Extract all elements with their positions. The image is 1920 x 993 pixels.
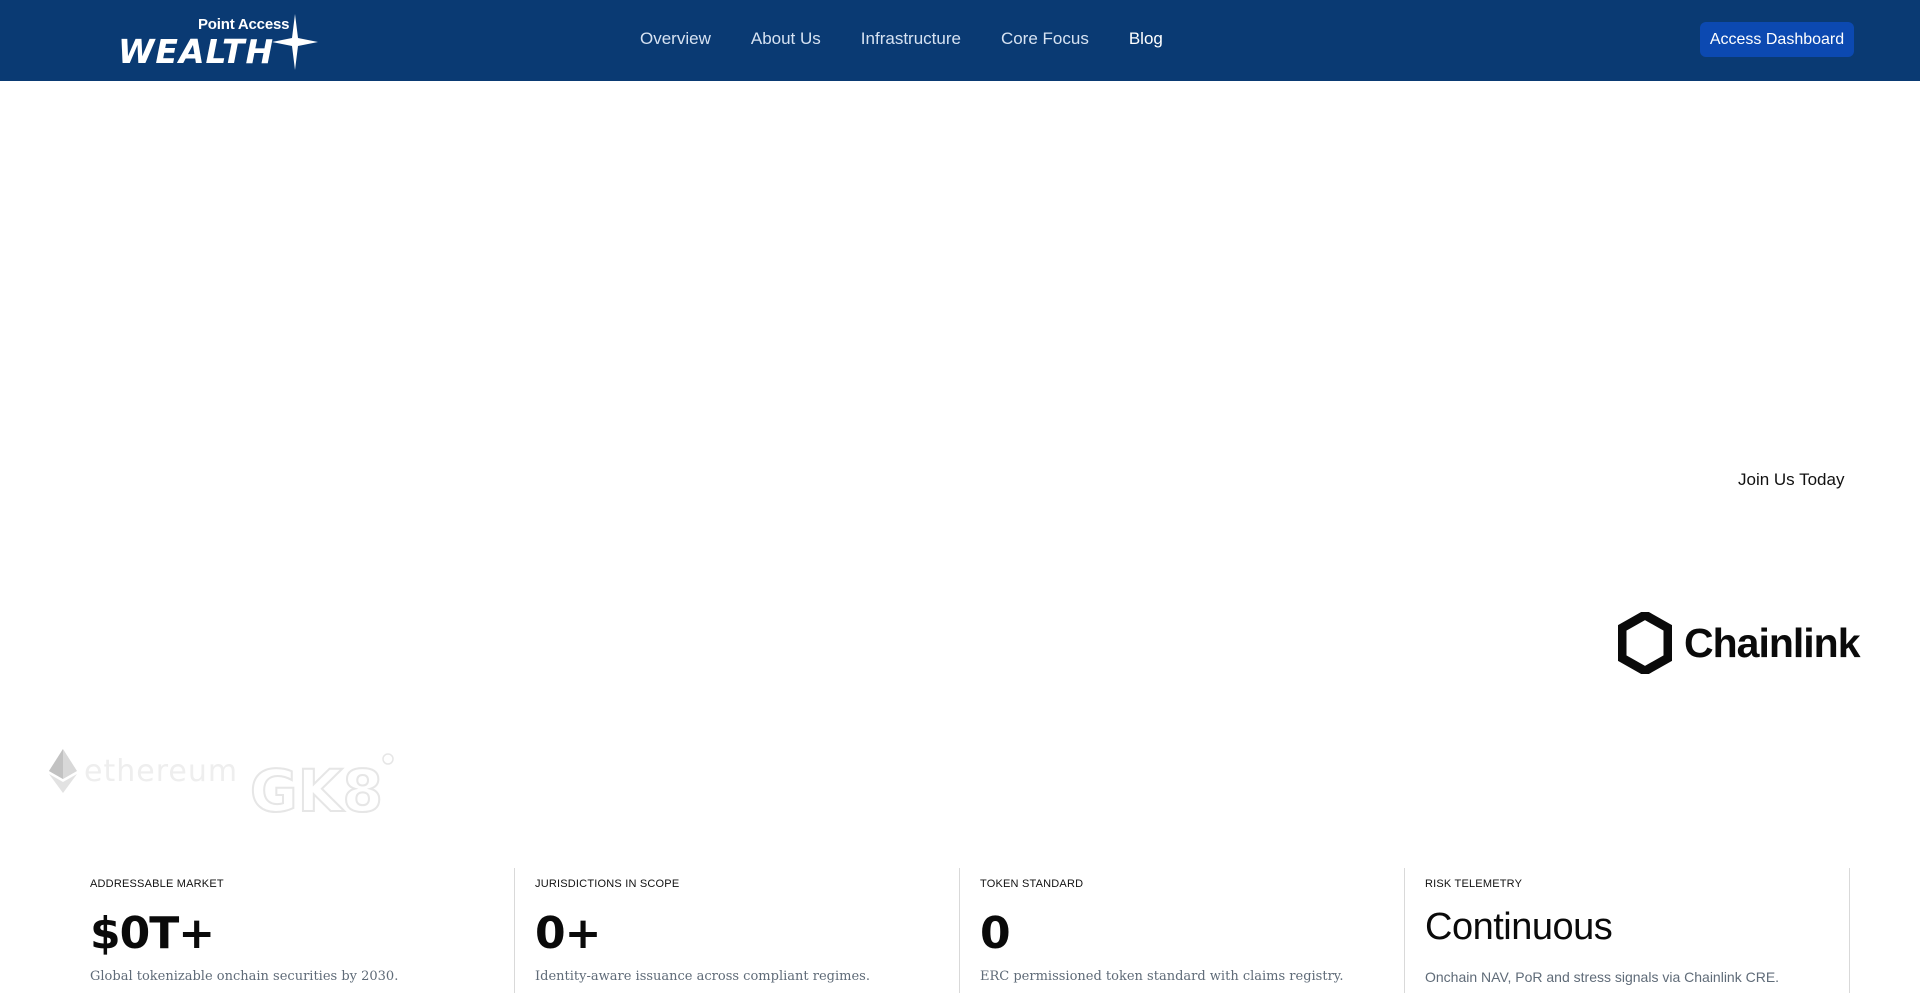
chainlink-logo: Chainlink xyxy=(1618,611,1861,675)
nav-overview[interactable]: Overview xyxy=(640,29,711,49)
logo-main-text: WEALTH xyxy=(118,32,275,71)
stat-description: Onchain NAV, PoR and stress signals via … xyxy=(1425,969,1780,985)
nav-infrastructure[interactable]: Infrastructure xyxy=(861,29,961,49)
stat-description: Global tokenizable onchain securities by… xyxy=(90,969,399,984)
stat-label: JURISDICTIONS IN SCOPE xyxy=(535,878,680,890)
stat-jurisdictions: JURISDICTIONS IN SCOPE 0+ Identity-aware… xyxy=(535,868,960,993)
ethereum-logo: ethereum xyxy=(48,748,238,794)
ethereum-wordmark: ethereum xyxy=(84,753,239,789)
stat-divider xyxy=(1404,868,1405,993)
stat-risk-telemetry: RISK TELEMETRY Continuous Onchain NAV, P… xyxy=(1425,868,1850,993)
gk8-wordmark: GK8 xyxy=(250,757,383,819)
chainlink-hexagon-icon xyxy=(1618,612,1672,674)
join-us-link[interactable]: Join Us Today xyxy=(1738,470,1844,490)
nav-blog[interactable]: Blog xyxy=(1129,29,1163,49)
main-nav: Overview About Us Infrastructure Core Fo… xyxy=(640,29,1163,49)
stat-divider xyxy=(1849,868,1850,993)
stat-value: $0T+ xyxy=(90,908,215,959)
ethereum-diamond-icon xyxy=(49,749,77,793)
chainlink-wordmark: Chainlink xyxy=(1684,619,1861,666)
access-dashboard-button[interactable]: Access Dashboard xyxy=(1700,22,1854,57)
stat-value: 0 xyxy=(980,908,1011,959)
stat-value: Continuous xyxy=(1425,906,1613,948)
stat-label: RISK TELEMETRY xyxy=(1425,878,1523,890)
stat-label: TOKEN STANDARD xyxy=(980,878,1084,890)
stat-description: Identity-aware issuance across compliant… xyxy=(535,969,870,984)
stat-divider xyxy=(959,868,960,993)
stats-row: ADDRESSABLE MARKET $0T+ Global tokenizab… xyxy=(0,868,1920,993)
gk8-logo: GK8 xyxy=(249,753,394,819)
stat-label: ADDRESSABLE MARKET xyxy=(90,878,224,890)
sparkle-star-icon xyxy=(272,14,318,70)
stat-token-standard: TOKEN STANDARD 0 ERC permissioned token … xyxy=(980,868,1405,993)
nav-about-us[interactable]: About Us xyxy=(751,29,821,49)
top-navbar: Point Access WEALTH Overview About Us In… xyxy=(0,0,1920,81)
stat-divider xyxy=(514,868,515,993)
stat-value: 0+ xyxy=(535,908,601,959)
point-access-wealth-logo[interactable]: Point Access WEALTH xyxy=(118,12,318,72)
nav-core-focus[interactable]: Core Focus xyxy=(1001,29,1089,49)
stat-description: ERC permissioned token standard with cla… xyxy=(980,969,1344,984)
stat-addressable-market: ADDRESSABLE MARKET $0T+ Global tokenizab… xyxy=(90,868,515,993)
